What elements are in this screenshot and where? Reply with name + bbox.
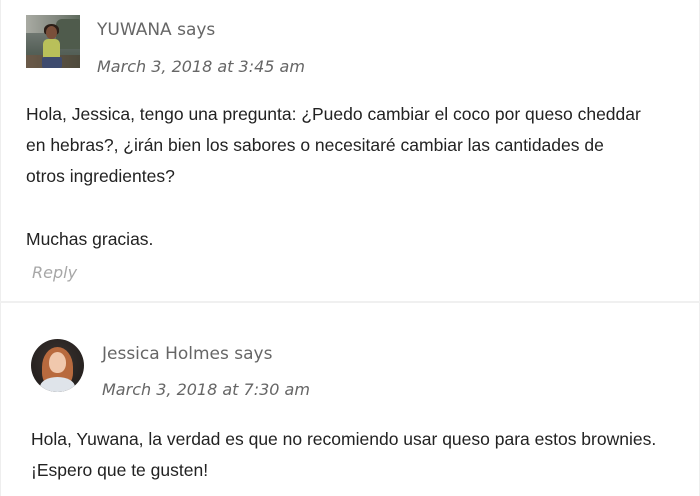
avatar (26, 15, 80, 68)
comment-jessica-holmes: Jessica Holmes says March 3, 2018 at 7:3… (0, 303, 700, 496)
comment-yuwana: YUWANA says March 3, 2018 at 3:45 am Hol… (0, 0, 700, 301)
comment-author: Jessica Holmes says (102, 344, 273, 364)
comment-paragraph: Muchas gracias. (26, 229, 154, 249)
comment-date-link[interactable]: March 3, 2018 at 7:30 am (102, 380, 310, 399)
comment-author: YUWANA says (97, 20, 216, 40)
reply-link[interactable]: Reply (32, 263, 77, 282)
avatar (31, 339, 84, 392)
comment-paragraph: Hola, Yuwana, la verdad es que no recomi… (31, 429, 657, 480)
comment-paragraph: Hola, Jessica, tengo una pregunta: ¿Pued… (26, 104, 641, 186)
comment-date-link[interactable]: March 3, 2018 at 3:45 am (97, 57, 305, 76)
comments-section: YUWANA says March 3, 2018 at 3:45 am Hol… (0, 0, 700, 496)
